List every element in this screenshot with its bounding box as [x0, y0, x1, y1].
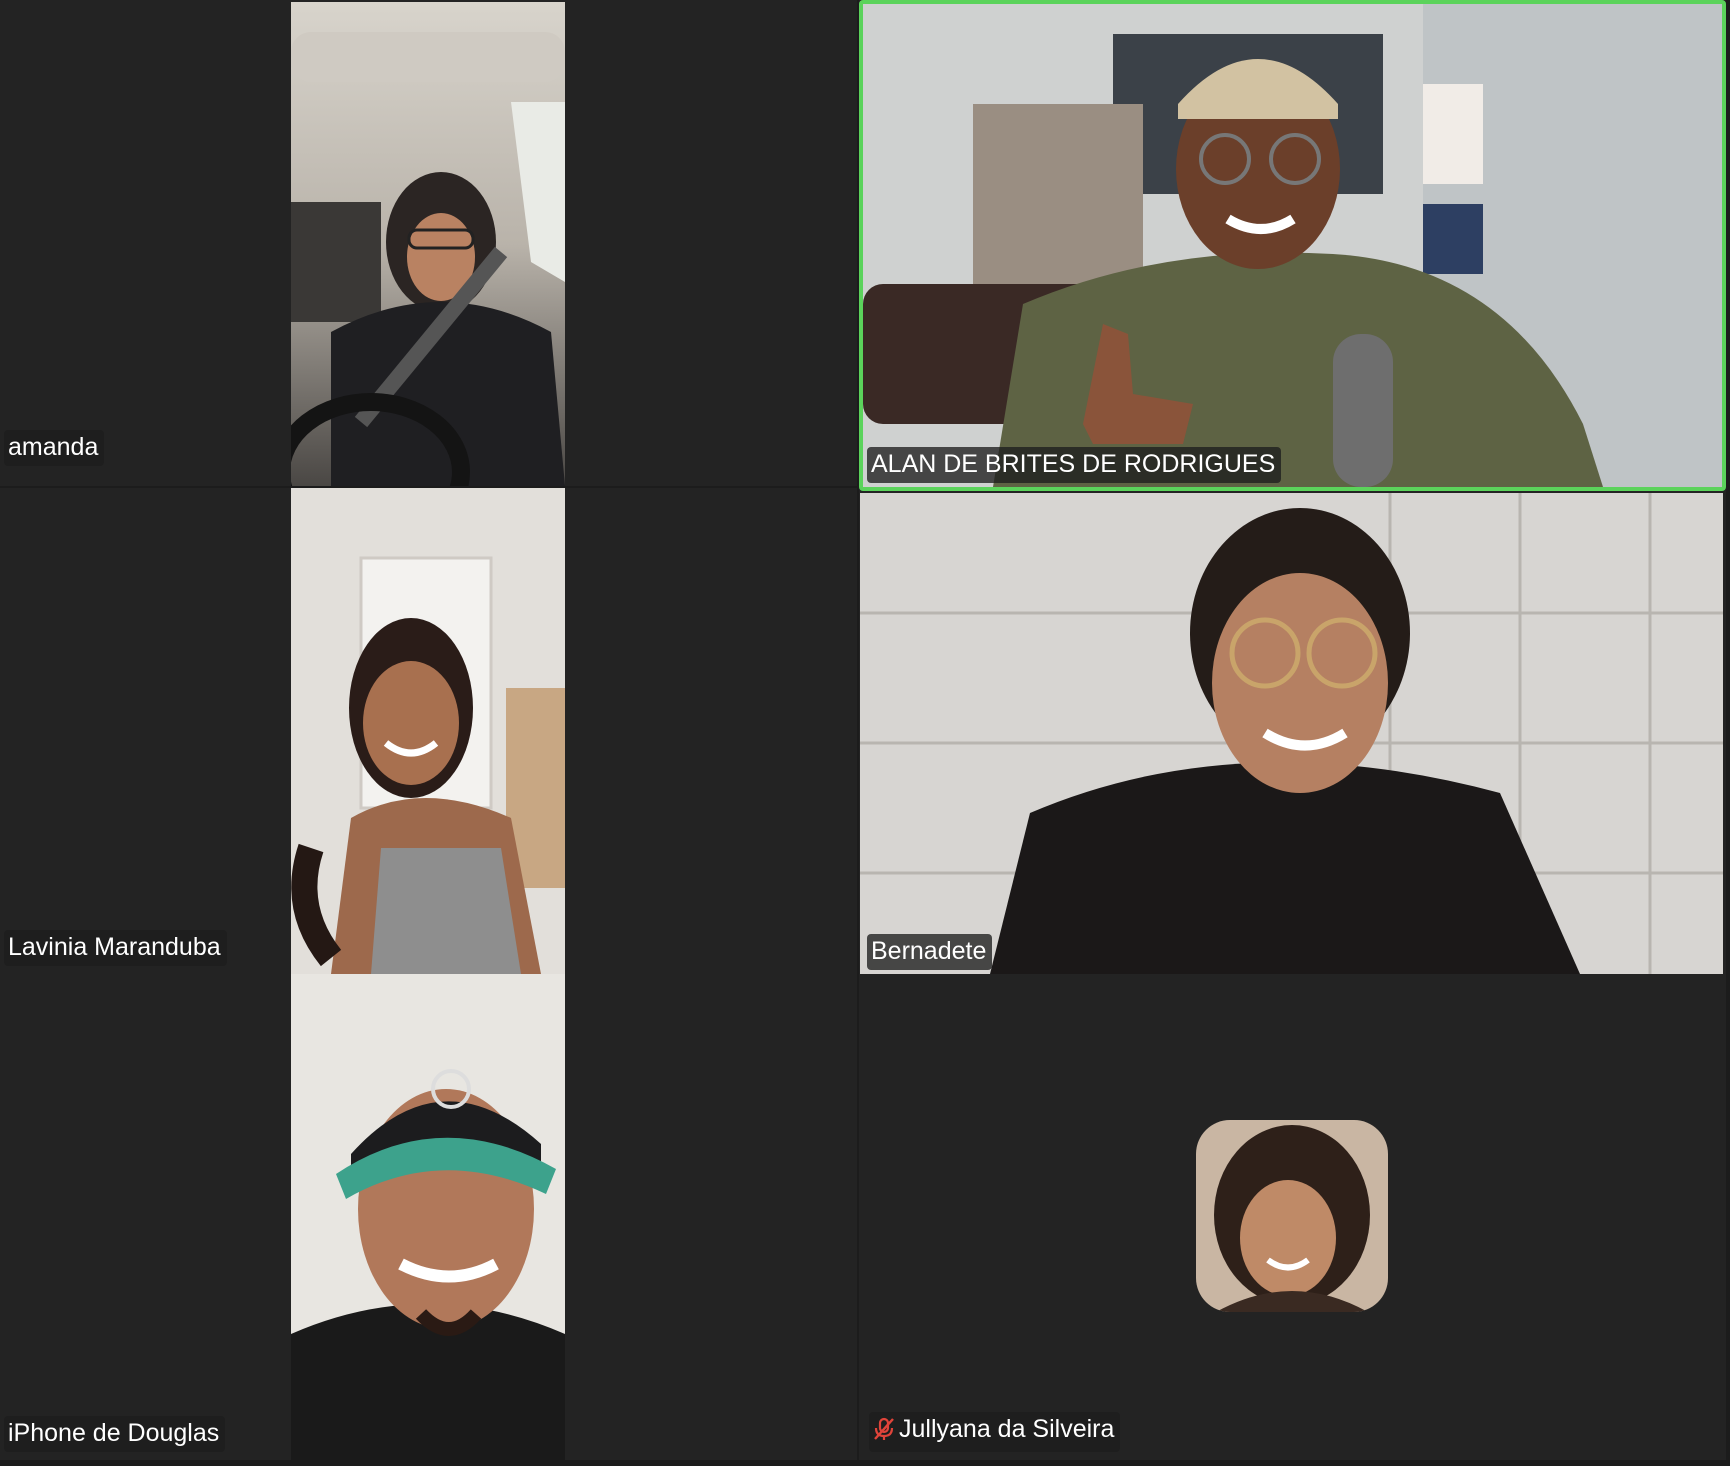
- participant-name-row: Jullyana da Silveira: [869, 1412, 1121, 1452]
- microphone-muted-icon: [873, 1417, 895, 1448]
- participant-name: Bernadete: [867, 934, 993, 970]
- participant-video: [291, 2, 565, 486]
- participant-tile-lavinia[interactable]: Lavinia Maranduba: [0, 488, 857, 974]
- participant-video: [863, 4, 1722, 487]
- participant-video: [860, 493, 1723, 974]
- participant-video: [291, 488, 565, 974]
- participant-name: amanda: [4, 430, 105, 466]
- participant-video: [291, 974, 565, 1460]
- participant-name: Lavinia Maranduba: [4, 930, 227, 966]
- avatar: [1196, 1120, 1388, 1312]
- participant-tile-amanda[interactable]: amanda: [0, 0, 857, 486]
- participant-name: Jullyana da Silveira: [899, 1415, 1115, 1443]
- participant-name: iPhone de Douglas: [4, 1416, 226, 1452]
- participant-name: ALAN DE BRITES DE RODRIGUES: [867, 447, 1282, 483]
- participant-tile-douglas[interactable]: iPhone de Douglas: [0, 974, 857, 1460]
- participant-tile-alan[interactable]: ALAN DE BRITES DE RODRIGUES: [859, 0, 1726, 491]
- participant-tile-jullyana[interactable]: Jullyana da Silveira: [859, 974, 1726, 1460]
- participant-tile-bernadete[interactable]: Bernadete: [859, 491, 1726, 974]
